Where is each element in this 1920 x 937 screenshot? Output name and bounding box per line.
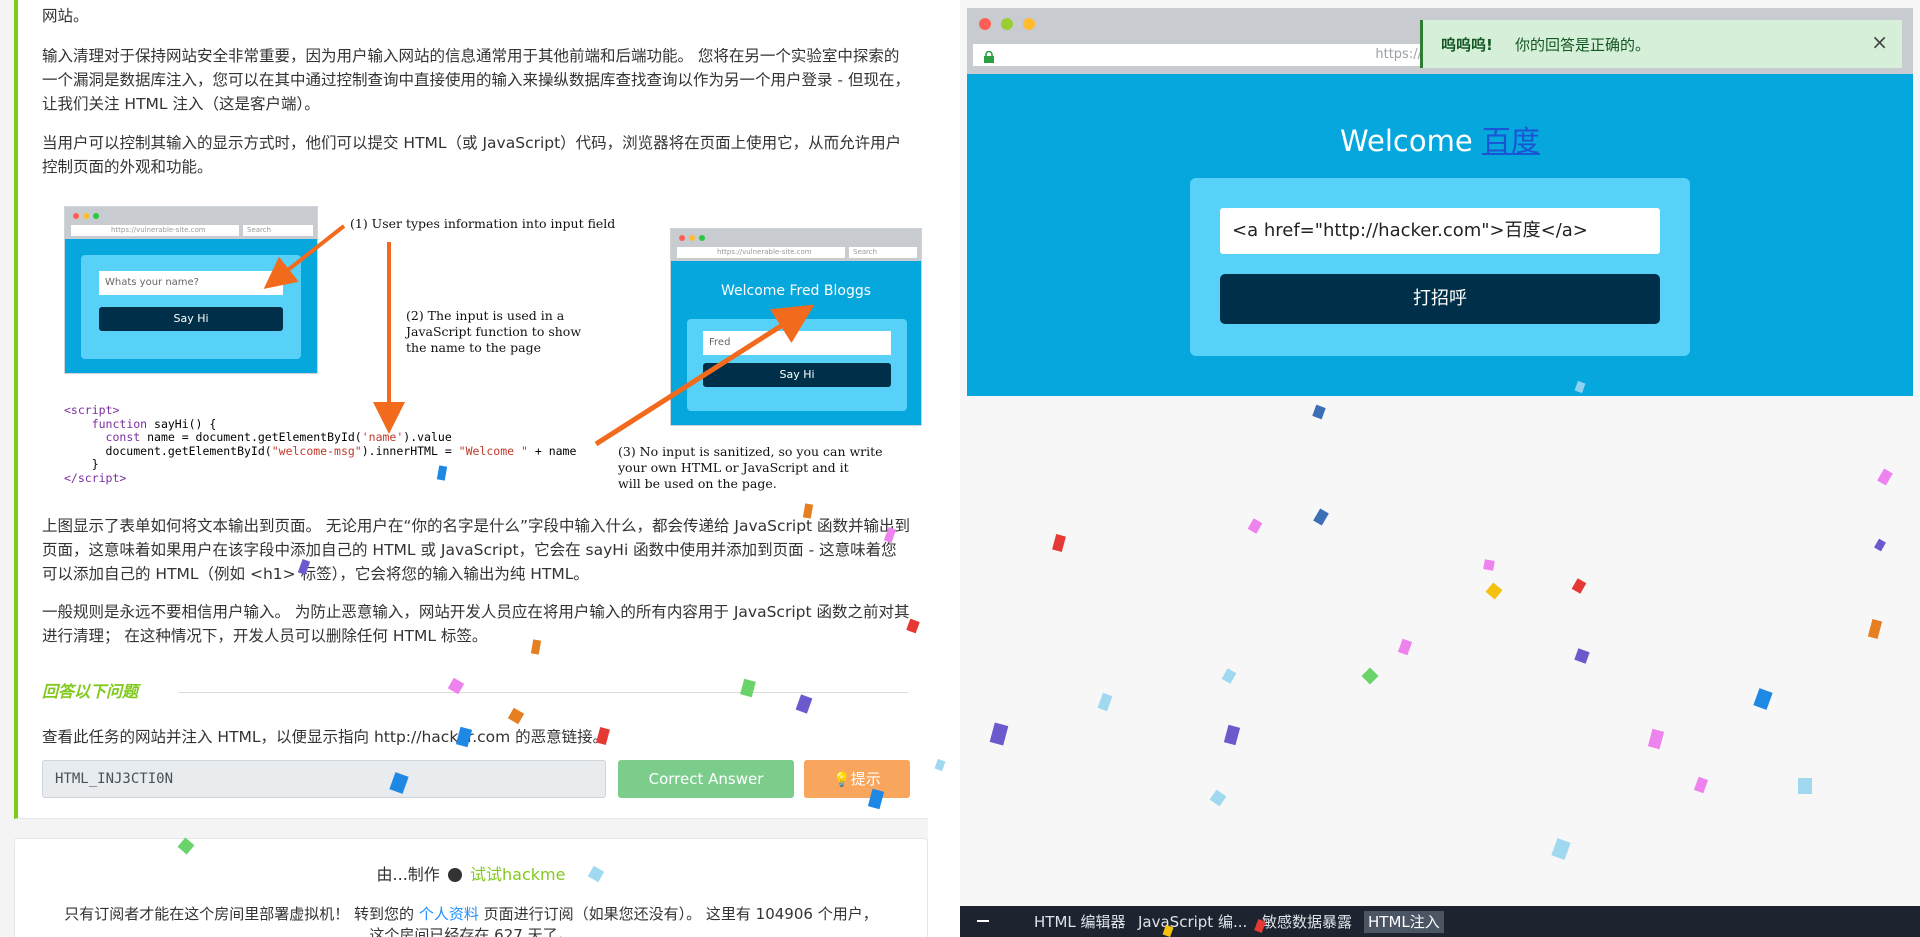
subscription-note-suffix: 页面进行订阅（如果您还没有）。 这里有 104906 个用户， [483,905,878,923]
taskbar-tab-html-editor[interactable]: HTML 编辑器 [1030,911,1130,933]
hint-button[interactable]: 💡提示 [804,760,910,798]
arrow-to-output [594,304,815,447]
correct-answer-button[interactable]: Correct Answer [618,760,794,798]
section-divider [178,692,908,693]
greeting-form: <a href="http://hacker.com">百度</a> 打招呼 [1190,178,1690,356]
minimize-window-icon [1001,18,1013,30]
minus-icon[interactable] [976,914,990,928]
figure-explanation-paragraph: 上图显示了表单如何将文本输出到页面。 无论用户在“你的名字是什么”字段中输入什么… [42,517,911,583]
lightbulb-icon: 💡 [833,772,851,788]
name-input[interactable]: <a href="http://hacker.com">百度</a> [1220,208,1660,254]
author-avatar-icon [447,868,462,882]
subscription-note: 只有订阅者才能在这个房间里部署虚拟机！ 转到您的 个人资料 页面进行订阅（如果您… [15,903,927,937]
say-hi-button[interactable]: 打招呼 [1220,274,1660,324]
taskbar-tab-html-injection[interactable]: HTML注入 [1364,911,1444,933]
made-by-prefix: 由...制作 [376,865,440,884]
subscription-note-prefix: 只有订阅者才能在这个房间里部署虚拟机！ 转到您的 [64,905,415,923]
profile-link[interactable]: 个人资料 [419,905,479,923]
welcome-message: Welcome 百度 [967,118,1913,160]
made-by-line: 由...制作 试试hackme [15,861,927,885]
sanitize-paragraph: 输入清理对于保持网站安全非常重要，因为用户输入网站的信息通常用于其他前端和后端功… [42,47,910,113]
task-content-pane: 网站。 输入清理对于保持网站安全非常重要，因为用户输入网站的信息通常用于其他前端… [0,0,928,937]
close-icon[interactable]: × [1871,30,1888,54]
task-taskbar: HTML 编辑器 JavaScript 编... 敏感数据暴露 HTML注入 [960,906,1920,937]
injected-link[interactable]: 百度 [1482,124,1540,158]
taskbar-tab-sensitive-data[interactable]: 敏感数据暴露 [1258,911,1356,933]
html-injection-diagram: https://vulnerable-site.com Search Whats… [44,200,924,495]
taskbar-tab-javascript[interactable]: JavaScript 编... [1134,911,1251,933]
close-window-icon [979,18,991,30]
confetti-piece [934,758,946,772]
diagram-code-snippet: <script> function sayHi() { const name =… [64,403,577,485]
html-injection-paragraph: 当用户可以控制其输入的显示方式时，他们可以提交 HTML（或 JavaScrip… [42,134,902,176]
toast-title: 呜呜呜! [1441,36,1493,54]
arrow-to-input [263,224,346,289]
intro-tail-text: 网站。 [42,7,89,25]
task-card: 网站。 输入清理对于保持网站安全非常重要，因为用户输入网站的信息通常用于其他前端… [14,0,928,819]
question-text: 查看此任务的网站并注入 HTML，以便显示指向 http://hacker.co… [42,728,609,746]
answer-section-heading: 回答以下问题 [42,682,139,701]
success-toast: 呜呜呜! 你的回答是正确的。 × [1420,20,1902,68]
answer-input[interactable]: HTML_INJ3CTI0N [42,760,606,798]
subscription-note-line2: 这个房间已经存在 627 天了。 [369,926,573,937]
welcome-prefix: Welcome [1340,124,1473,158]
hint-button-label: 提示 [850,770,881,788]
site-simulator-pane: https://vulnerable-site.com Welcome 百度 <… [960,0,1920,937]
rule-paragraph: 一般规则是永远不要相信用户输入。 为防止恶意输入，网站开发人员应在将用户输入的所… [42,603,910,645]
lock-icon [983,49,995,63]
room-author-card: 由...制作 试试hackme 只有订阅者才能在这个房间里部署虚拟机！ 转到您的… [14,838,928,937]
author-link[interactable]: 试试hackme [470,865,565,884]
toast-message: 你的回答是正确的。 [1515,36,1651,54]
maximize-window-icon [1023,18,1035,30]
